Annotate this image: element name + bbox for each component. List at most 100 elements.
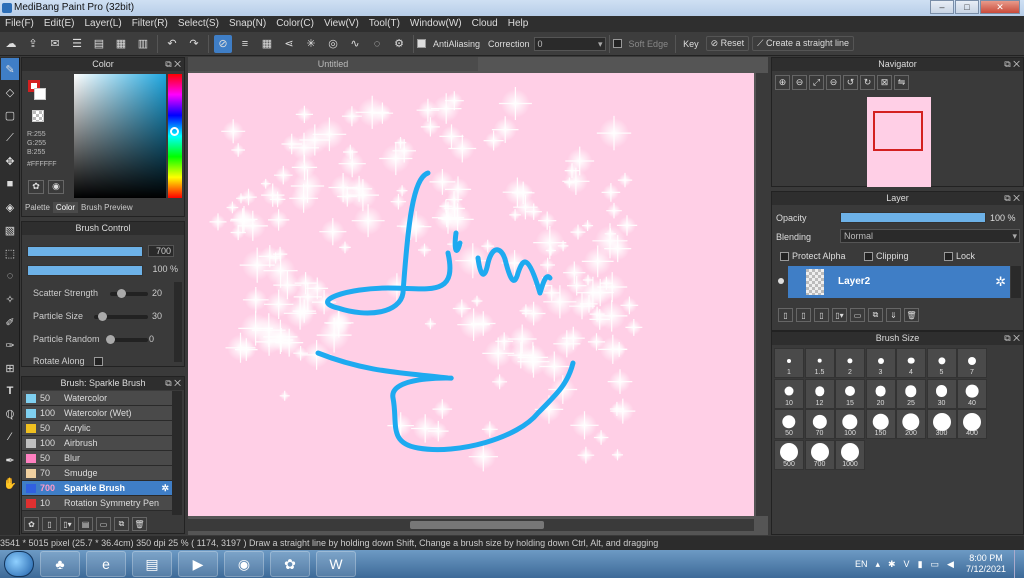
snap-parallel-icon[interactable]: ≡ <box>236 35 254 53</box>
horizontal-scrollbar[interactable] <box>188 519 754 531</box>
straight-line-button[interactable]: ⟋ Create a straight line <box>752 36 855 51</box>
flip-icon[interactable]: ⇋ <box>894 75 909 90</box>
magic-wand-tool-icon[interactable]: ✧ <box>1 288 19 310</box>
soft-edge-checkbox[interactable] <box>612 39 622 48</box>
panel-close-icon[interactable]: ⧉ ✕ <box>165 58 181 71</box>
viewport-box[interactable] <box>873 111 923 151</box>
brush-size-preset[interactable]: 70 <box>804 409 835 439</box>
snap-radial-icon[interactable]: ✳ <box>302 35 320 53</box>
eyedrop-color-icon[interactable]: ◉ <box>48 180 64 194</box>
settings-gear-icon[interactable]: ⚙ <box>390 35 408 53</box>
battery-icon[interactable]: ▭ <box>931 559 940 570</box>
snap-ellipse-icon[interactable]: ◌ <box>368 35 386 53</box>
brush-list-item[interactable]: 50 Blur <box>22 451 172 466</box>
menu-color[interactable]: Color(C) <box>271 16 319 32</box>
brush-tool-icon[interactable]: ✎ <box>1 58 19 80</box>
select-pen-tool-icon[interactable]: ✐ <box>1 311 19 333</box>
brush-size-preset[interactable]: 50 <box>774 409 804 439</box>
snap-curve-icon[interactable]: ∿ <box>346 35 364 53</box>
saturation-value-picker[interactable] <box>74 74 166 198</box>
navigator-thumbnail[interactable] <box>867 97 931 187</box>
minimize-button[interactable]: – <box>930 0 954 14</box>
tab-palette[interactable]: Palette <box>22 202 53 213</box>
chrome-icon[interactable]: ◉ <box>224 551 264 577</box>
brush-list-item[interactable]: 70 Smudge <box>22 466 172 481</box>
line-tool-icon[interactable]: ⟋ <box>1 127 19 149</box>
brush-size-preset[interactable]: 100 <box>835 409 865 439</box>
document-tab[interactable]: Untitled <box>188 57 478 71</box>
brush-size-preset[interactable]: 2 <box>835 348 865 378</box>
brush-size-preset[interactable]: 400 <box>957 409 987 439</box>
clipping-checkbox[interactable] <box>864 252 873 262</box>
fit-window-icon[interactable]: ⤢ <box>809 75 824 90</box>
eraser-tool-icon[interactable]: ◇ <box>1 81 19 103</box>
brush-size-preset[interactable]: 700 <box>804 439 835 470</box>
brush-size-preset[interactable]: 20 <box>865 378 896 409</box>
bucket-tool-icon[interactable]: ◈ <box>1 196 19 218</box>
hue-slider[interactable] <box>168 74 182 198</box>
chat-icon[interactable]: ☰ <box>68 35 86 53</box>
language-indicator[interactable]: EN <box>855 559 868 569</box>
select-eraser-tool-icon[interactable]: ✑ <box>1 334 19 356</box>
reset-button[interactable]: ⊘ Reset <box>705 36 750 51</box>
show-desktop-button[interactable] <box>1014 550 1024 578</box>
brush-size-preset[interactable]: 10 <box>774 378 804 409</box>
zoom-minus-icon[interactable]: ⊖ <box>826 75 841 90</box>
layer-settings-gear-icon[interactable]: ✲ <box>995 274 1006 290</box>
brush-list-item[interactable]: 700 Sparkle Brush ✲ <box>22 481 172 496</box>
snap-vanish-icon[interactable]: ⋖ <box>280 35 298 53</box>
brush-delete-icon[interactable]: 🗑 <box>132 517 147 531</box>
layer-merge-icon[interactable]: ⇓ <box>886 308 901 322</box>
brush-size-preset[interactable]: 200 <box>896 409 926 439</box>
panel-close-icon[interactable]: ⧉ ✕ <box>1004 58 1020 71</box>
brush-size-preset[interactable]: 1000 <box>835 439 865 470</box>
brush-list-item[interactable]: 100 Airbrush <box>22 436 172 451</box>
upload-icon[interactable]: ⇪ <box>24 35 42 53</box>
move-tool-icon[interactable]: ✥ <box>1 150 19 172</box>
brush-duplicate-icon[interactable]: ⧉ <box>114 517 129 531</box>
menu-filter[interactable]: Filter(R) <box>127 16 173 32</box>
new-layer-icon[interactable]: ▯ <box>778 308 793 322</box>
menu-select[interactable]: Select(S) <box>173 16 224 32</box>
clover-app-icon[interactable]: ♣ <box>40 551 80 577</box>
drawing-canvas[interactable] <box>188 73 754 516</box>
tab-brush-preview[interactable]: Brush Preview <box>78 202 136 213</box>
medibang-icon[interactable]: ✿ <box>270 551 310 577</box>
brush-settings-icon[interactable]: ✿ <box>24 517 39 531</box>
particle-size-knob[interactable] <box>98 312 107 321</box>
brush-size-preset[interactable]: 40 <box>957 378 987 409</box>
volume-icon[interactable]: ◀ <box>947 559 954 570</box>
close-button[interactable]: ✕ <box>980 0 1020 14</box>
brush-list-item[interactable]: 50 Acrylic <box>22 421 172 436</box>
background-color-swatch[interactable] <box>34 88 46 100</box>
vertical-scrollbar[interactable] <box>756 73 768 516</box>
menu-layer[interactable]: Layer(L) <box>79 16 126 32</box>
grid-icon[interactable]: ▦ <box>112 35 130 53</box>
brush-folder-icon[interactable]: ▭ <box>96 517 111 531</box>
menu-file[interactable]: File(F) <box>0 16 39 32</box>
balloon-tool-icon[interactable]: ℚ <box>1 403 19 425</box>
brush-size-preset[interactable]: 4 <box>896 348 926 378</box>
gradient-tool-icon[interactable]: ▧ <box>1 219 19 241</box>
menu-tool[interactable]: Tool(T) <box>364 16 405 32</box>
menu-help[interactable]: Help <box>503 16 534 32</box>
brush-copy-icon[interactable]: ▤ <box>78 517 93 531</box>
comment-icon[interactable]: ✉ <box>46 35 64 53</box>
brush-size-value[interactable]: 700 <box>148 245 174 257</box>
document-icon[interactable]: ▤ <box>90 35 108 53</box>
protect-alpha-checkbox[interactable] <box>780 252 789 262</box>
brush-list-item[interactable]: 50 Watercolor <box>22 391 172 406</box>
tab-color[interactable]: Color <box>52 202 79 213</box>
antialiasing-checkbox[interactable] <box>417 39 426 48</box>
rotate-along-checkbox[interactable] <box>94 357 103 366</box>
brush-control-scrollbar[interactable] <box>174 282 182 362</box>
snap-off-icon[interactable]: ⊘ <box>214 34 232 53</box>
lock-checkbox[interactable] <box>944 252 953 262</box>
brush-size-preset[interactable]: 15 <box>835 378 865 409</box>
brush-size-preset[interactable]: 1 <box>774 348 804 378</box>
reset-view-icon[interactable]: ⊠ <box>877 75 892 90</box>
brush-size-preset[interactable]: 300 <box>926 409 957 439</box>
zoom-in-icon[interactable]: ⊕ <box>775 75 790 90</box>
zoom-out-icon[interactable]: ⊖ <box>792 75 807 90</box>
brush-size-preset[interactable]: 12 <box>804 378 835 409</box>
